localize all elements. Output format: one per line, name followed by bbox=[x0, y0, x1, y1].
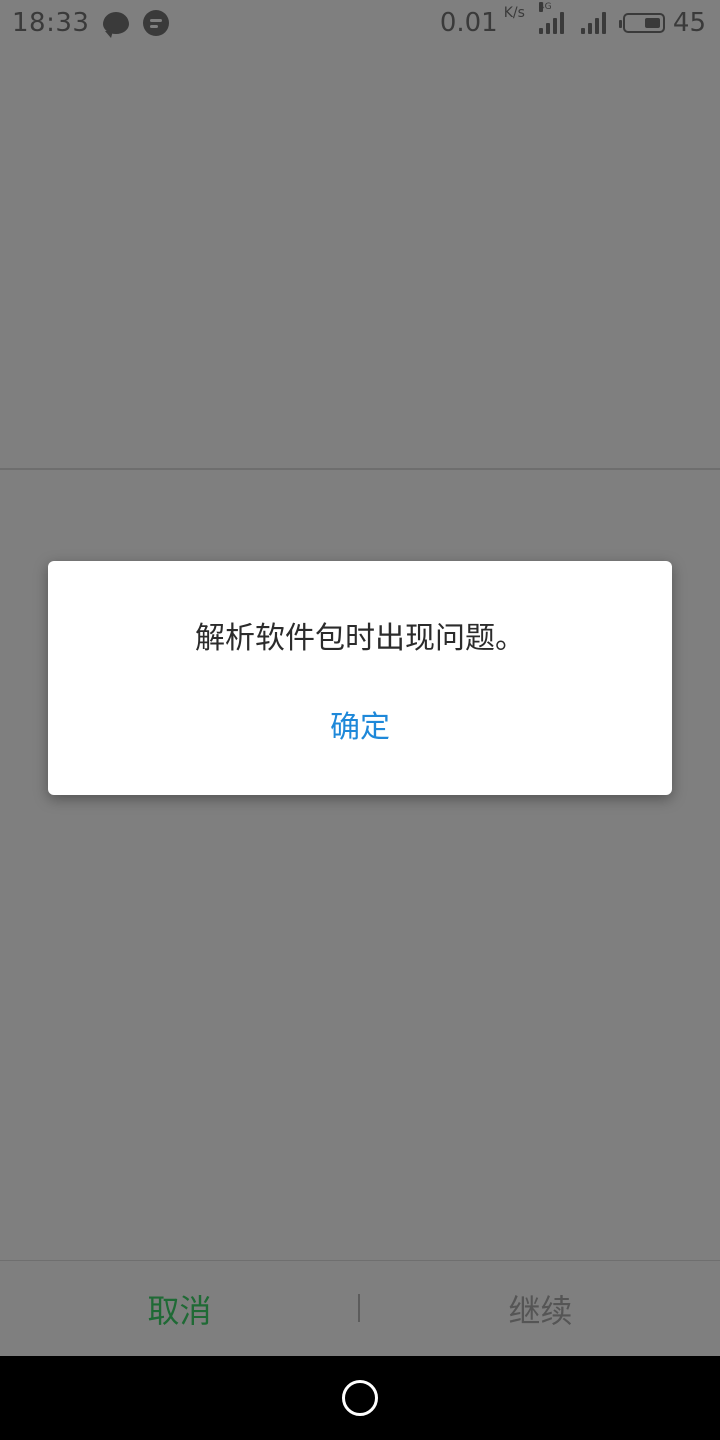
status-time: 18:33 bbox=[12, 8, 90, 38]
dialog-message: 解析软件包时出现问题。 bbox=[195, 621, 525, 656]
status-bar-left: 18:33 bbox=[12, 8, 170, 38]
action-separator bbox=[358, 1294, 360, 1322]
status-bar-right: 0.01 K/s 4G 45 bbox=[439, 2, 706, 38]
message-icon bbox=[143, 10, 170, 36]
bottom-action-bar: 取消 继续 bbox=[0, 1260, 720, 1356]
ok-button[interactable]: 确定 bbox=[310, 699, 410, 749]
signal-strength-icon bbox=[580, 12, 609, 34]
battery-percent: 45 bbox=[672, 8, 706, 38]
background-divider bbox=[0, 468, 720, 470]
home-circle-icon[interactable] bbox=[342, 1380, 378, 1416]
network-speed-unit: K/s bbox=[503, 5, 525, 21]
battery-fill bbox=[644, 18, 660, 28]
error-dialog: 解析软件包时出现问题。 确定 bbox=[48, 561, 672, 795]
network-speed-value: 0.01 bbox=[439, 8, 498, 38]
navigation-bar bbox=[0, 1356, 720, 1440]
continue-button[interactable]: 继续 bbox=[361, 1261, 720, 1357]
battery-icon bbox=[618, 13, 665, 33]
network-type-label: 4G bbox=[538, 2, 552, 12]
cancel-button[interactable]: 取消 bbox=[0, 1261, 359, 1357]
chat-bubble-icon bbox=[103, 12, 130, 38]
signal-4g-icon: 4G bbox=[538, 2, 567, 34]
status-bar: 18:33 0.01 K/s 4G 45 bbox=[0, 0, 720, 46]
network-speed: 0.01 K/s bbox=[439, 5, 525, 38]
